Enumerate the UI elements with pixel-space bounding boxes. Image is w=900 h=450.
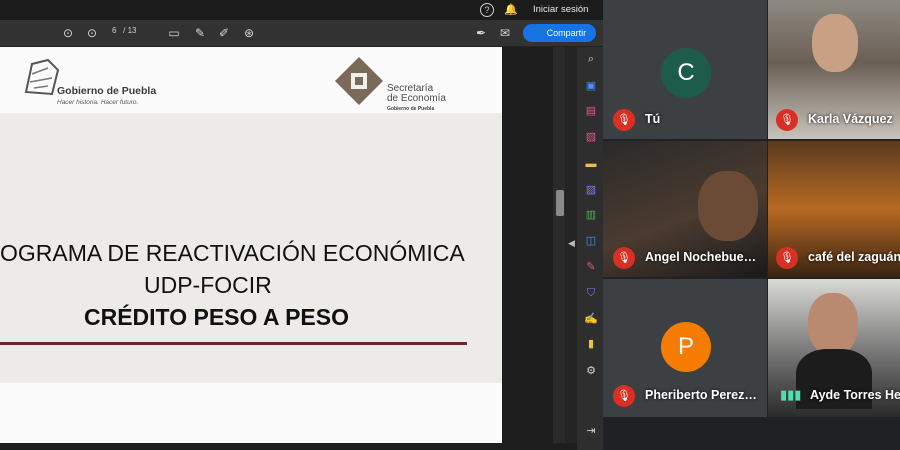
- fill-sign-tool-icon[interactable]: ✎: [584, 260, 598, 274]
- doc-title-line1: OGRAMA DE REACTIVACIÓN ECONÓMICA: [0, 240, 465, 266]
- participant-video: [812, 14, 858, 72]
- mic-muted-icon: 🎙: [776, 109, 798, 131]
- economia-logo-icon: [335, 57, 383, 105]
- participant-tile[interactable]: P 🎙 Pheriberto Perez…: [603, 279, 767, 417]
- settings-tool-icon[interactable]: ⚙: [584, 364, 598, 378]
- help-icon[interactable]: ?: [480, 3, 494, 17]
- participant-tile[interactable]: 🎙 Karla Vázquez: [768, 0, 900, 139]
- participant-name: Ayde Torres He: [810, 388, 900, 402]
- share-button[interactable]: 👤 Compartir: [523, 24, 596, 42]
- pen-icon[interactable]: ✎: [193, 26, 207, 40]
- title-underline: [0, 342, 467, 345]
- participant-name: café del zaguán: [808, 250, 900, 264]
- fill-sign-icon[interactable]: ✒: [474, 26, 488, 40]
- share-button-label: Compartir: [546, 28, 587, 38]
- header-right-subtitle: Gobierno de Puebla: [387, 106, 435, 112]
- highlight-icon[interactable]: ✐: [217, 26, 231, 40]
- mic-muted-icon: 🎙: [613, 247, 635, 269]
- avatar: P: [661, 322, 711, 372]
- next-page-icon[interactable]: ⊙: [85, 26, 99, 40]
- create-pdf-icon[interactable]: ▣: [584, 79, 598, 93]
- page-current[interactable]: 6: [112, 26, 116, 35]
- vertical-scrollbar[interactable]: [553, 47, 565, 443]
- page-indicator[interactable]: 6 / 13: [112, 26, 136, 35]
- collapse-panel-icon[interactable]: ◀: [568, 238, 575, 249]
- doc-title-line2: UDP-FOCIR: [144, 272, 272, 298]
- edit-pdf-icon[interactable]: ◫: [584, 234, 598, 248]
- organize-pages-icon[interactable]: ▤: [584, 104, 598, 118]
- expand-panel-icon[interactable]: ⇥: [584, 424, 598, 438]
- header-right-title: Secretaría de Economía: [387, 84, 446, 104]
- comment-tool-icon[interactable]: ▬: [584, 157, 598, 171]
- participant-tile[interactable]: 🎙 Angel Nochebue…: [603, 141, 767, 277]
- sign-tool-icon[interactable]: ✍: [584, 312, 598, 326]
- page-total: / 13: [123, 26, 137, 35]
- export-pdf-icon[interactable]: ▧: [584, 130, 598, 144]
- stamp-icon[interactable]: ⊛: [242, 26, 256, 40]
- participant-tile[interactable]: ▮▮▮ Ayde Torres He: [768, 279, 900, 417]
- sign-in-link[interactable]: Iniciar sesión: [533, 4, 588, 15]
- mic-muted-icon: 🎙: [613, 109, 635, 131]
- participant-tile[interactable]: 🎙 café del zaguán: [768, 141, 900, 277]
- bottom-bar: [603, 417, 900, 450]
- participant-name: Pheriberto Perez…: [645, 388, 757, 402]
- mail-icon[interactable]: ✉: [498, 26, 512, 40]
- participant-tile[interactable]: C 🎙 Tú: [603, 0, 767, 139]
- header-left-subtitle: Hacer historia. Hacer futuro.: [57, 99, 139, 106]
- participant-video: [808, 293, 858, 355]
- top-bar: ? 🔔 Iniciar sesión: [0, 0, 603, 20]
- notification-bell-icon[interactable]: 🔔: [504, 3, 518, 16]
- more-tools-icon[interactable]: ▮: [584, 337, 598, 351]
- mic-muted-icon: 🎙: [776, 247, 798, 269]
- pdf-toolbar: ⊙ ⊙ 6 / 13 ▭ ✎ ✐ ⊛ ✒ ✉ 👤 Compartir: [0, 20, 603, 47]
- speaking-indicator-icon: ▮▮▮: [780, 387, 802, 402]
- doc-title-line3: CRÉDITO PESO A PESO: [84, 304, 349, 330]
- participant-name: Angel Nochebue…: [645, 250, 757, 264]
- protect-icon[interactable]: ⛉: [584, 286, 598, 300]
- header-left-title: Gobierno de Puebla: [57, 85, 157, 97]
- comment-icon[interactable]: ▭: [167, 26, 181, 40]
- header-right-line2: de Economía: [387, 93, 446, 104]
- mic-muted-icon: 🎙: [613, 385, 635, 407]
- participant-video: [698, 171, 758, 241]
- previous-page-icon[interactable]: ⊙: [61, 26, 75, 40]
- participant-name: Karla Vázquez: [808, 112, 893, 126]
- compress-icon[interactable]: ▥: [584, 208, 598, 222]
- scrollbar-thumb[interactable]: [556, 190, 564, 216]
- search-icon[interactable]: ⌕: [584, 52, 598, 66]
- participant-name: Tú: [645, 112, 661, 126]
- avatar: C: [661, 48, 711, 98]
- scan-icon[interactable]: ▨: [584, 183, 598, 197]
- share-user-icon: 👤: [532, 28, 547, 38]
